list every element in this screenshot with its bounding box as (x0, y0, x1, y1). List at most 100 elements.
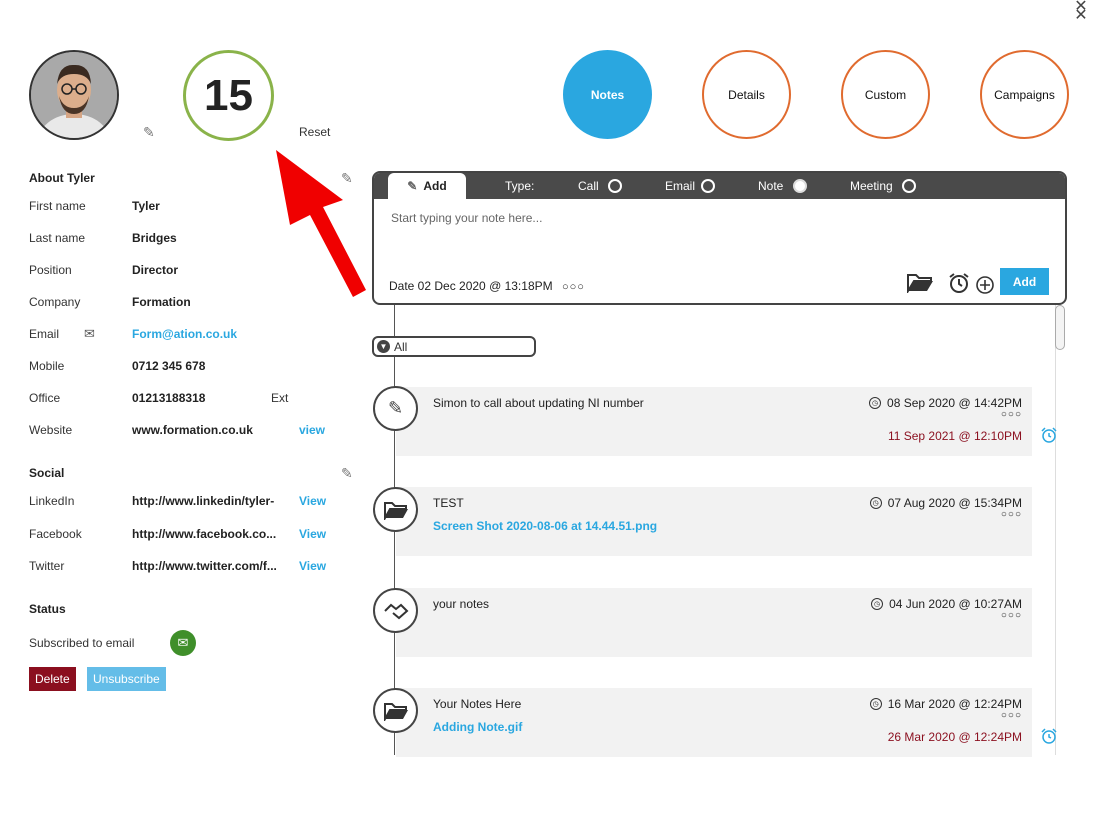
note-item[interactable]: TEST Screen Shot 2020-08-06 at 14.44.51.… (396, 487, 1032, 556)
note-title: your notes (433, 597, 490, 611)
composer-dots[interactable]: ○○○ (562, 281, 585, 293)
tab-custom[interactable]: Custom (841, 50, 930, 139)
twitter-view-link[interactable]: View (299, 559, 326, 573)
pencil-icon: ✎ (373, 386, 418, 431)
envelope-icon[interactable]: ✉ (84, 326, 95, 342)
note-date-text: 16 Mar 2020 @ 12:24PM (887, 697, 1022, 711)
tab-notes[interactable]: Notes (563, 50, 652, 139)
composer-add-tab-label: Add (423, 179, 447, 193)
reminder-alarm-icon[interactable] (1041, 427, 1057, 443)
subscribed-label: Subscribed to email (29, 636, 135, 650)
website-label: Website (29, 423, 73, 437)
linkedin-label: LinkedIn (29, 494, 75, 508)
facebook-label: Facebook (29, 527, 82, 541)
close-icon[interactable]: ✕ ✕ (1074, 0, 1088, 24)
note-date-text: 07 Aug 2020 @ 15:34PM (887, 496, 1022, 510)
type-meeting-label: Meeting (850, 179, 893, 193)
note-date: ◷ 07 Aug 2020 @ 15:34PM (869, 496, 1022, 510)
reminder-alarm-icon[interactable] (1041, 728, 1057, 744)
office-value: 01213188318 (132, 391, 206, 405)
tab-details[interactable]: Details (702, 50, 791, 139)
scrollbar-track[interactable] (1055, 305, 1066, 755)
note-item[interactable]: Your Notes Here Adding Note.gif ◷ 16 Mar … (396, 688, 1057, 757)
scrollbar-thumb[interactable] (1055, 305, 1065, 350)
type-note-radio[interactable] (793, 179, 807, 193)
clock-icon: ◷ (869, 698, 882, 710)
note-reminder: 11 Sep 2021 @ 12:10PM (887, 429, 1022, 443)
last-name-value: Bridges (132, 231, 177, 245)
mobile-label: Mobile (29, 359, 65, 373)
note-composer: ✎ Add Type: Call Email Note Meeting Star… (372, 171, 1067, 305)
first-name-value: Tyler (132, 199, 160, 213)
note-menu-dots[interactable]: ○○○ (1001, 509, 1022, 520)
linkedin-value: http://www.linkedin/tyler- (132, 494, 275, 508)
composer-toolbar: ✎ Add Type: Call Email Note Meeting (374, 173, 1065, 199)
pencil-icon: ✎ (407, 179, 418, 193)
note-item[interactable]: Simon to call about updating NI number ◷… (396, 387, 1057, 456)
add-note-button[interactable]: Add (1000, 268, 1049, 295)
note-date: ◷ 16 Mar 2020 @ 12:24PM (869, 697, 1022, 711)
email-label: Email (29, 327, 60, 341)
note-menu-dots[interactable]: ○○○ (1001, 710, 1022, 721)
facebook-value: http://www.facebook.co... (132, 527, 277, 541)
handshake-icon (373, 588, 418, 633)
email-link[interactable]: Form@ation.co.uk (132, 327, 237, 341)
add-circle-icon[interactable] (975, 275, 995, 295)
note-date: ◷ 04 Jun 2020 @ 10:27AM (871, 597, 1022, 611)
edit-about-icon[interactable]: ✎ (341, 170, 353, 187)
ext-label: Ext (271, 391, 289, 405)
tab-campaigns[interactable]: Campaigns (980, 50, 1069, 139)
note-title: Simon to call about updating NI number (433, 396, 644, 410)
note-title: TEST (433, 496, 464, 510)
position-value: Director (132, 263, 179, 277)
folder-icon (373, 688, 418, 733)
filter-value: All (394, 339, 408, 354)
note-input[interactable]: Start typing your note here... (391, 211, 542, 225)
type-meeting-radio[interactable] (902, 179, 916, 193)
note-menu-dots[interactable]: ○○○ (1001, 610, 1022, 621)
clock-icon: ◷ (871, 598, 884, 610)
filter-select[interactable]: ▼ All (372, 336, 536, 357)
composer-date-text: Date 02 Dec 2020 @ 13:18PM (389, 279, 553, 293)
note-title: Your Notes Here (433, 697, 522, 711)
website-view-link[interactable]: view (299, 423, 325, 437)
note-menu-dots[interactable]: ○○○ (1001, 409, 1022, 420)
type-label: Type: (505, 179, 535, 193)
facebook-view-link[interactable]: View (299, 527, 326, 541)
type-email-radio[interactable] (701, 179, 715, 193)
note-item[interactable]: your notes ◷ 04 Jun 2020 @ 10:27AM ○○○ (396, 588, 1032, 657)
subscribed-email-icon[interactable]: ✉ (170, 630, 196, 656)
delete-button[interactable]: Delete (29, 667, 76, 691)
last-name-label: Last name (29, 231, 86, 245)
first-name-label: First name (29, 199, 86, 213)
annotation-arrow (276, 150, 366, 297)
clock-icon: ◷ (869, 497, 882, 509)
note-attachment-link[interactable]: Screen Shot 2020-08-06 at 14.44.51.png (433, 519, 657, 533)
note-attachment-link[interactable]: Adding Note.gif (433, 720, 522, 734)
lead-score: 15 (183, 50, 274, 141)
composer-add-tab[interactable]: ✎ Add (388, 173, 466, 199)
clock-icon: ◷ (869, 397, 882, 409)
chevron-down-icon: ▼ (377, 340, 390, 353)
office-label: Office (29, 391, 61, 405)
company-label: Company (29, 295, 81, 309)
edit-social-icon[interactable]: ✎ (341, 465, 353, 482)
unsubscribe-button[interactable]: Unsubscribe (87, 667, 166, 691)
note-date-text: 04 Jun 2020 @ 10:27AM (889, 597, 1022, 611)
twitter-label: Twitter (29, 559, 65, 573)
reset-button[interactable]: Reset (299, 125, 330, 139)
alarm-icon[interactable] (948, 272, 970, 294)
folder-icon[interactable] (906, 271, 934, 293)
folder-icon (373, 487, 418, 532)
edit-avatar-icon[interactable]: ✎ (143, 124, 155, 141)
note-date: ◷ 08 Sep 2020 @ 14:42PM (869, 396, 1022, 410)
linkedin-view-link[interactable]: View (299, 494, 326, 508)
status-title: Status (29, 602, 66, 616)
note-reminder: 26 Mar 2020 @ 12:24PM (887, 730, 1022, 744)
note-date-text: 08 Sep 2020 @ 14:42PM (887, 396, 1022, 410)
type-call-radio[interactable] (608, 179, 622, 193)
composer-date: Date 02 Dec 2020 @ 13:18PM ○○○ (389, 279, 585, 293)
twitter-value: http://www.twitter.com/f... (132, 559, 277, 573)
company-value: Formation (132, 295, 191, 309)
avatar (29, 50, 119, 140)
